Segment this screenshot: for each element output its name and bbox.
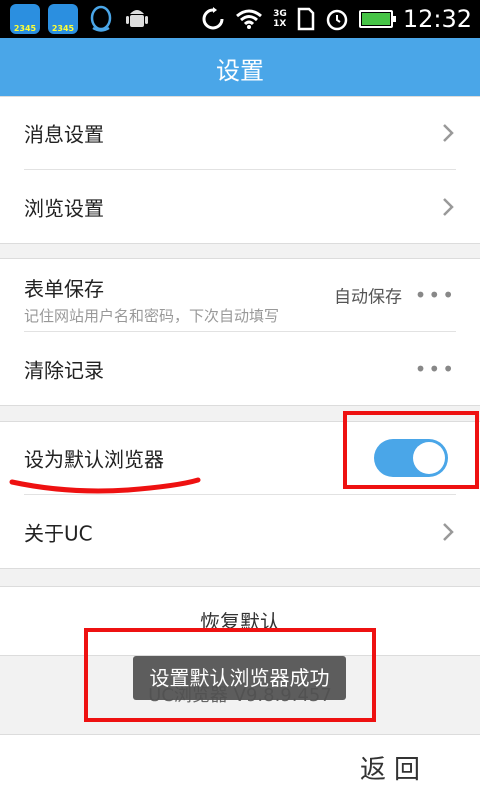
wifi-icon [236,9,263,29]
chevron-right-icon [443,522,454,541]
bottom-bar: 返回 [0,734,480,800]
message-settings-label: 消息设置 [24,122,104,147]
status-bar: 2345 2345 3G 1X 12:32 [0,0,480,38]
app1-label: 2345 [13,24,37,33]
red-underline-annotation [9,477,201,494]
network-bottom: 1X [273,19,287,29]
sdcard-icon [297,7,315,31]
form-save-row[interactable]: 表单保存 记住网站用户名和密码，下次自动填写 自动保存 ••• [24,259,456,332]
android-icon [122,4,152,34]
browse-settings-label: 浏览设置 [24,196,104,220]
alarm-icon [326,9,348,31]
chevron-right-icon [443,124,454,142]
about-uc-label: 关于UC [24,521,93,545]
default-browser-label: 设为默认浏览器 [24,447,164,472]
settings-group-1: 消息设置 浏览设置 [0,96,480,244]
app-2345-icon-2: 2345 [48,4,78,34]
network-top: 3G [273,9,287,19]
red-highlight-box-toast [84,628,376,722]
more-icon[interactable]: ••• [415,283,456,307]
red-highlight-box-toggle [343,411,479,489]
app-2345-icon: 2345 [10,4,40,34]
app2-label: 2345 [51,24,75,33]
back-button[interactable]: 返回 [360,749,428,786]
page-title: 设置 [0,38,480,104]
form-save-description: 记住网站用户名和密码，下次自动填写 [24,307,280,325]
status-right: 3G 1X 12:32 [201,0,472,38]
battery-icon [358,10,396,28]
about-uc-row[interactable]: 关于UC [24,495,456,568]
network-indicator: 3G 1X [273,9,287,29]
settings-group-2: 表单保存 记住网站用户名和密码，下次自动填写 自动保存 ••• 清除记录 ••• [0,258,480,406]
qq-icon [86,4,116,34]
sync-icon [202,7,224,30]
form-save-label: 表单保存 [24,277,104,301]
more-icon[interactable]: ••• [415,357,456,381]
clear-records-row[interactable]: 清除记录 ••• [24,332,456,405]
sidebar-item-message-settings[interactable]: 消息设置 [24,97,456,170]
clock: 12:32 [402,5,472,33]
sidebar-item-browse-settings[interactable]: 浏览设置 [24,170,456,243]
form-save-value: 自动保存 [334,287,402,308]
chevron-right-icon [443,197,454,216]
clear-records-label: 清除记录 [24,358,104,382]
